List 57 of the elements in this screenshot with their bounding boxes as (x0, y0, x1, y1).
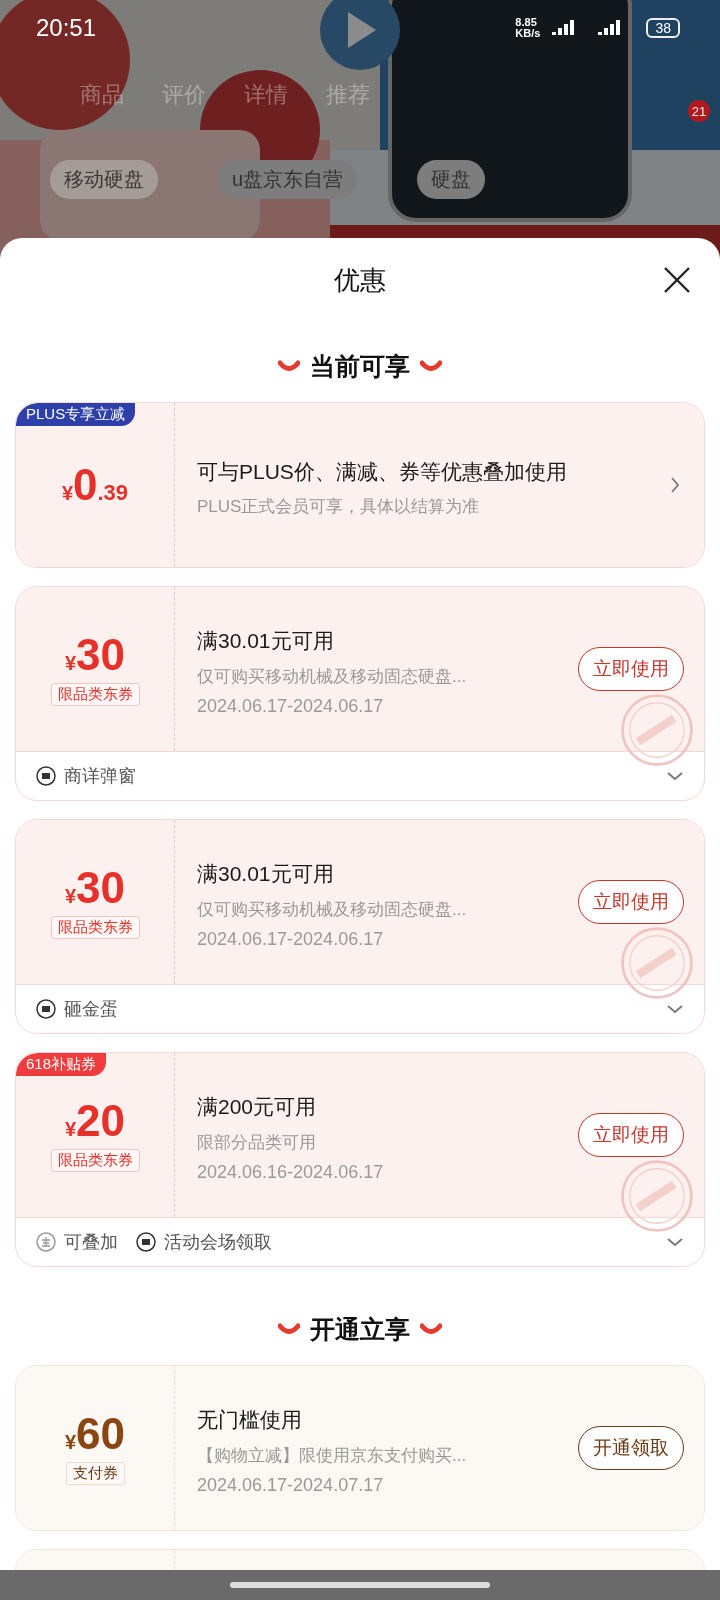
coupon-amount: ¥30 (64, 865, 126, 910)
coupon-description: 仅可购买移动机械及移动固态硬盘... (197, 665, 468, 688)
ticket-icon (136, 1232, 156, 1252)
coupon-type-label: 限品类东券 (50, 682, 140, 706)
chevron-down-icon[interactable] (666, 771, 684, 781)
coupon-source: 商详弹窗 (64, 765, 136, 788)
ticket-icon (36, 766, 56, 786)
coupon-tag: PLUS专享立减 (16, 403, 136, 426)
chevron-down-icon[interactable] (666, 1004, 684, 1014)
coupon-amount: ¥60 (64, 1411, 126, 1456)
smile-icon (278, 360, 300, 372)
use-button[interactable]: 开通领取 (578, 1426, 684, 1470)
ticket-icon (36, 999, 56, 1019)
coupon-description: PLUS正式会员可享，具体以结算为准 (197, 496, 481, 519)
coupon-amount: ¥30 (64, 632, 126, 677)
coupon-type-label: 限品类东券 (50, 915, 140, 939)
coupon-tag: 618补贴券 (16, 1053, 107, 1076)
use-button[interactable]: 立即使用 (578, 1113, 684, 1157)
section-title: 开通立享 (310, 1313, 410, 1345)
search-chip[interactable]: 移动硬盘 (50, 160, 158, 199)
coupon-source: 砸金蛋 (64, 998, 118, 1021)
coupon-validity: 2024.06.17-2024.06.17 (197, 928, 385, 950)
coupon-source: 可叠加 (64, 1231, 118, 1254)
coupon-validity: 2024.06.16-2024.06.17 (197, 1161, 385, 1183)
chevron-down-icon[interactable] (666, 1237, 684, 1247)
coupon-description: 仅可购买移动机械及移动固态硬盘... (197, 898, 468, 921)
battery-level: 38 (646, 18, 680, 38)
stack-icon (36, 1232, 56, 1252)
smile-icon (278, 1323, 300, 1335)
coupon-title: 可与PLUS价、满减、券等优惠叠加使用 (197, 458, 568, 485)
coupon-title: 无门槛使用 (197, 1407, 303, 1434)
coupon-source: 活动会场领取 (164, 1231, 272, 1254)
coupon-description: 【购物立减】限使用京东支付购买... (197, 1444, 468, 1467)
section-title: 当前可享 (310, 350, 410, 382)
coupon-validity: 2024.06.17-2024.06.17 (197, 695, 385, 717)
smile-icon (420, 360, 442, 372)
chevron-right-icon[interactable] (670, 476, 680, 494)
product-tab[interactable]: 商品 (80, 80, 124, 110)
coupon-validity: 2024.06.17-2024.07.17 (197, 1474, 385, 1496)
network-speed-unit: KB/s (515, 28, 541, 39)
close-icon[interactable] (663, 266, 691, 294)
coupon-type-label: 支付券 (65, 1461, 125, 1485)
coupon-amount: ¥20 (64, 1098, 126, 1143)
use-button[interactable]: 立即使用 (578, 880, 684, 924)
network-speed: 8.85 (515, 17, 538, 28)
coupon-description: 限部分品类可用 (197, 1131, 317, 1154)
coupon-title: 满200元可用 (197, 1094, 318, 1121)
status-time: 20:51 (36, 14, 98, 42)
search-chip[interactable]: u盘京东自营 (218, 160, 358, 199)
sheet-title: 优惠 (334, 263, 386, 297)
smile-icon (420, 1323, 442, 1335)
coupon-title: 满30.01元可用 (197, 628, 335, 655)
coupon-title: 满30.01元可用 (197, 861, 335, 888)
coupon-type-label: 限品类东券 (50, 1148, 140, 1172)
coupon-amount: ¥0.39 (61, 463, 129, 507)
use-button[interactable]: 立即使用 (578, 647, 684, 691)
product-tab[interactable]: 详情 (244, 80, 288, 110)
